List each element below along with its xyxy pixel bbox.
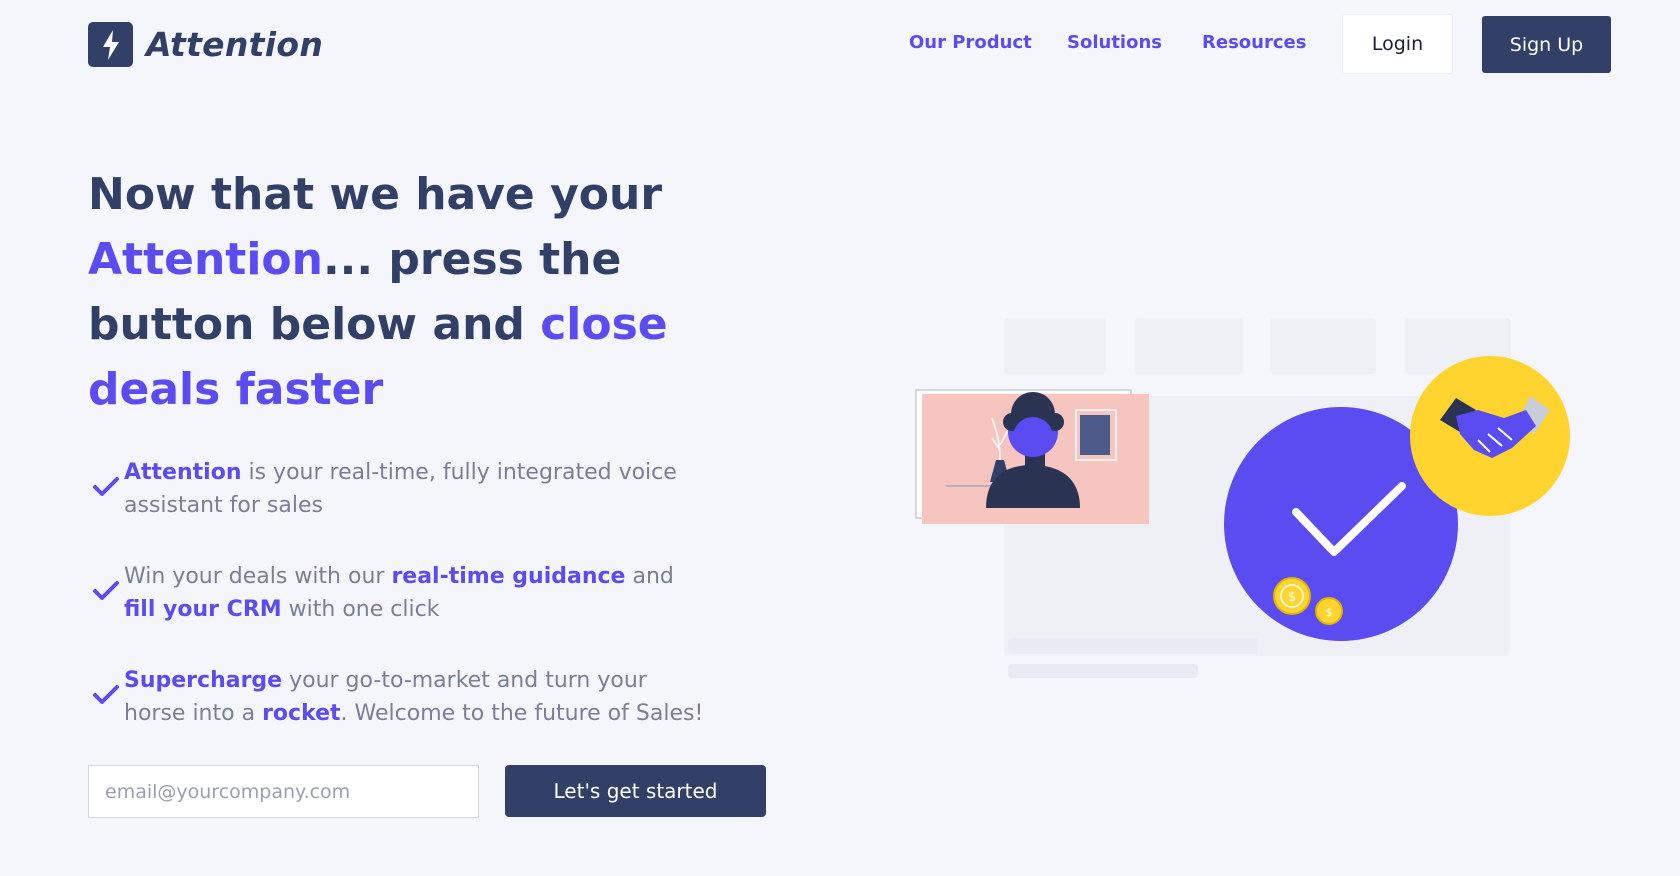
headline-accent-attention: Attention (88, 234, 323, 285)
email-input[interactable] (88, 765, 479, 818)
signup-button[interactable]: Sign Up (1482, 16, 1611, 73)
brand-logo[interactable]: Attention (88, 22, 323, 67)
headline-text-1: Now that we have your (88, 169, 663, 220)
feature-plain: Win your deals with our (124, 564, 392, 589)
nav-our-product[interactable]: Our Product (909, 32, 1032, 53)
feature-highlight: Supercharge (124, 668, 283, 693)
checkmark-icon (93, 581, 119, 600)
checkmark-icon (93, 477, 119, 496)
svg-text:$: $ (1288, 590, 1296, 605)
checkmark-icon (93, 685, 119, 704)
feature-highlight: Attention (124, 460, 242, 485)
handshake-icon (1410, 356, 1570, 516)
feature-text: Supercharge your go-to-market and turn y… (124, 664, 708, 730)
feature-text: Win your deals with our real-time guidan… (124, 560, 708, 626)
login-button[interactable]: Login (1342, 14, 1453, 74)
nav-solutions[interactable]: Solutions (1067, 32, 1162, 53)
feature-item: Attention is your real-time, fully integ… (88, 456, 708, 522)
person-video-call-icon (915, 389, 1149, 524)
feature-item: Win your deals with our real-time guidan… (88, 560, 708, 626)
svg-text:$: $ (1326, 606, 1333, 619)
brand-name: Attention (146, 25, 324, 64)
feature-text: Attention is your real-time, fully integ… (124, 456, 708, 522)
feature-item: Supercharge your go-to-market and turn y… (88, 664, 708, 730)
hero-headline: Now that we have your Attention... press… (88, 162, 728, 422)
feature-plain: and (625, 564, 674, 589)
nav-resources[interactable]: Resources (1202, 32, 1306, 53)
lightning-bolt-icon (88, 22, 133, 67)
feature-plain: . Welcome to the future of Sales! (340, 701, 704, 726)
hero-illustration: $ $ (915, 318, 1570, 678)
feature-highlight: real-time guidance (391, 564, 626, 589)
feature-highlight: fill your CRM (124, 597, 282, 622)
feature-highlight: rocket (262, 701, 341, 726)
feature-plain: with one click (281, 597, 440, 622)
get-started-button[interactable]: Let's get started (505, 765, 766, 817)
